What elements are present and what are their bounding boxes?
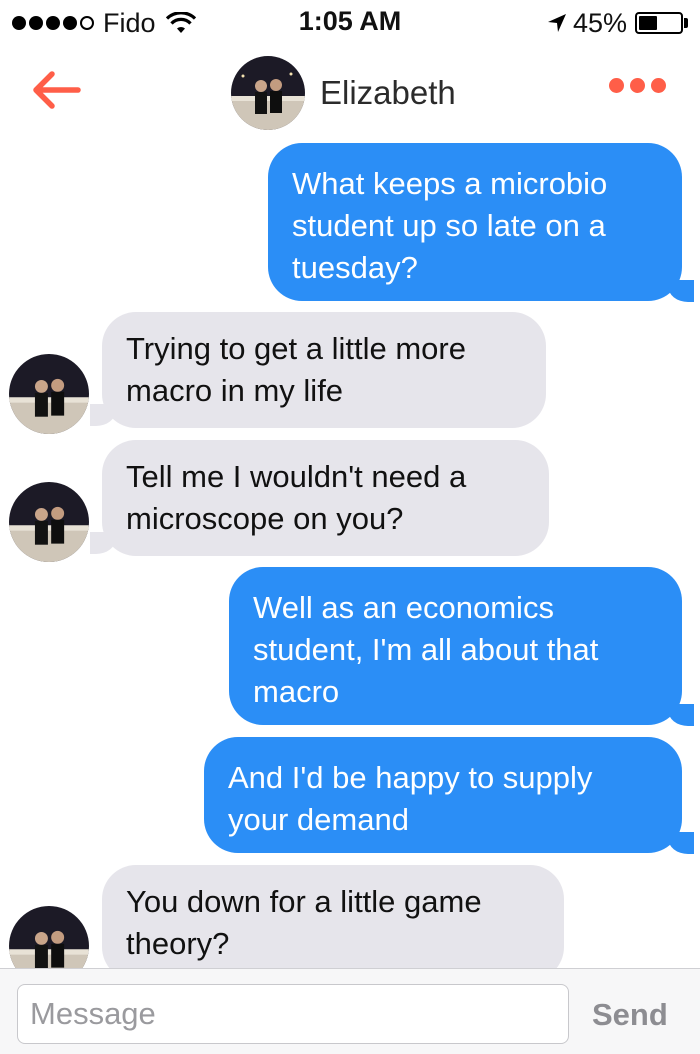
bubble-tail	[90, 404, 116, 426]
message-text: Tell me I wouldn't need a microscope on …	[126, 459, 467, 536]
incoming-message-bubble[interactable]: Tell me I wouldn't need a microscope on …	[102, 440, 549, 556]
outgoing-message-bubble[interactable]: What keeps a microbio student up so late…	[268, 143, 682, 301]
battery-tip	[684, 18, 688, 28]
bubble-tail	[668, 280, 694, 302]
battery-percent: 45%	[572, 7, 627, 38]
contact-name[interactable]: Elizabeth	[320, 74, 456, 112]
profile-photo-icon	[9, 482, 89, 562]
incoming-message-bubble[interactable]: You down for a little game theory?	[102, 865, 564, 981]
message-text: Trying to get a little more macro in my …	[126, 331, 466, 408]
arrow-left-icon	[33, 71, 81, 109]
outgoing-message-bubble[interactable]: Well as an economics student, I'm all ab…	[229, 567, 682, 725]
send-button[interactable]: Send	[592, 997, 668, 1033]
battery-icon	[635, 12, 683, 34]
message-input[interactable]	[17, 984, 569, 1044]
outgoing-message-bubble[interactable]: And I'd be happy to supply your demand	[204, 737, 682, 853]
contact-avatar[interactable]	[231, 56, 305, 130]
three-dots-icon	[609, 78, 624, 93]
battery-area: 45%	[547, 8, 688, 38]
sender-avatar[interactable]	[9, 354, 89, 434]
battery-level-fill	[639, 16, 657, 30]
chat-header: Elizabeth	[0, 46, 700, 144]
three-dots-icon	[651, 78, 666, 93]
bubble-tail	[90, 532, 116, 554]
message-text: And I'd be happy to supply your demand	[228, 760, 593, 837]
three-dots-icon	[630, 78, 645, 93]
more-options-button[interactable]	[603, 78, 666, 93]
message-text: What keeps a microbio student up so late…	[292, 166, 608, 285]
location-arrow-icon	[547, 14, 566, 32]
profile-photo-icon	[231, 56, 305, 130]
message-composer: Send	[0, 968, 700, 1054]
status-bar: Fido 1:05 AM 45%	[0, 0, 700, 46]
bubble-tail	[668, 832, 694, 854]
message-text: Well as an economics student, I'm all ab…	[253, 590, 599, 709]
bubble-tail	[668, 704, 694, 726]
back-button[interactable]	[24, 62, 88, 118]
message-text: You down for a little game theory?	[126, 884, 482, 961]
sender-avatar[interactable]	[9, 482, 89, 562]
profile-photo-icon	[9, 354, 89, 434]
incoming-message-bubble[interactable]: Trying to get a little more macro in my …	[102, 312, 546, 428]
